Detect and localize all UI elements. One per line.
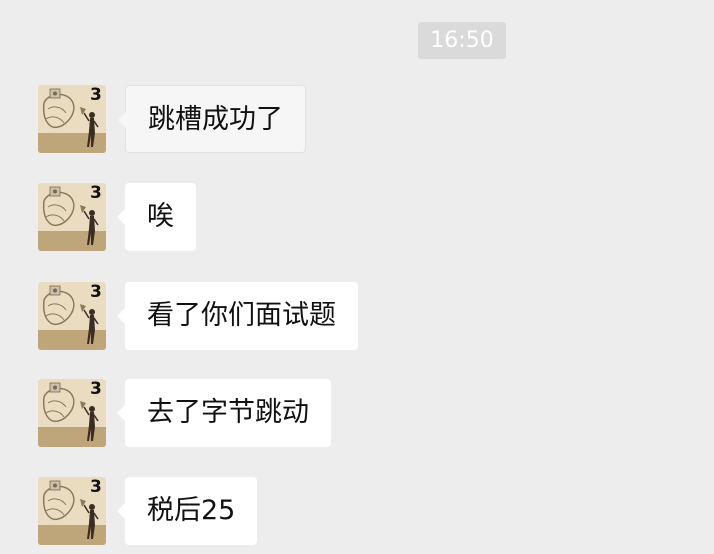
avatar[interactable]: 3 xyxy=(38,282,106,350)
message-bubble[interactable]: 看了你们面试题 xyxy=(117,282,358,350)
message-bubble[interactable]: 税后25 xyxy=(116,477,258,545)
avatar-badge: 3 xyxy=(90,379,102,399)
avatar-badge: 3 xyxy=(90,282,102,302)
avatar-badge: 3 xyxy=(90,477,102,497)
message-bubble[interactable]: 唉 xyxy=(117,183,196,251)
avatar[interactable]: 3 xyxy=(38,477,106,545)
chat-window: 16:50 3 跳槽成功了 3 唉 3 看了你们面试题 3 去了字节跳动 3 税… xyxy=(0,0,714,554)
avatar[interactable]: 3 xyxy=(38,85,106,153)
message-timestamp: 16:50 xyxy=(418,22,506,59)
message-bubble[interactable]: 去了字节跳动 xyxy=(117,379,331,447)
avatar-badge: 3 xyxy=(90,183,102,203)
avatar[interactable]: 3 xyxy=(38,183,106,251)
avatar-badge: 3 xyxy=(90,85,102,105)
message-bubble[interactable]: 跳槽成功了 xyxy=(118,85,306,153)
avatar[interactable]: 3 xyxy=(38,379,106,447)
